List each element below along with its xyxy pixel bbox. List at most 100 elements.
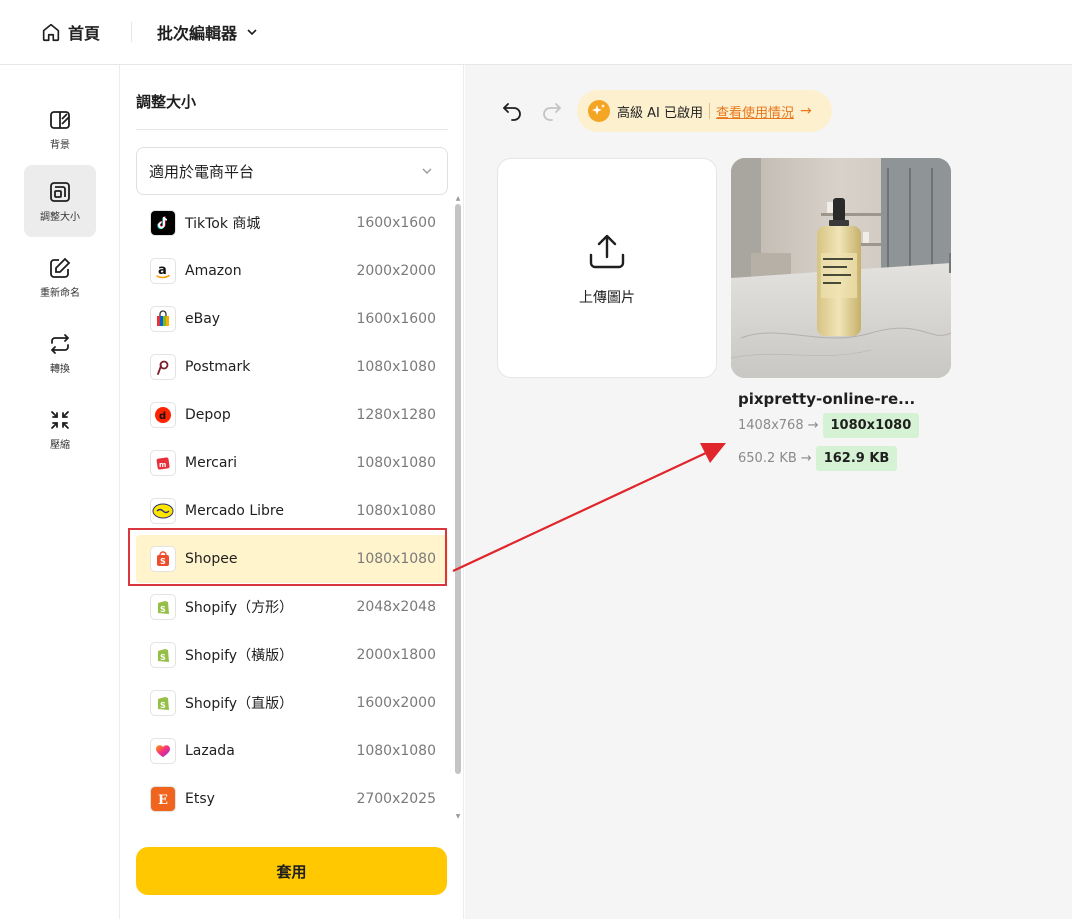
- arrow-right-icon[interactable]: →: [800, 103, 812, 119]
- nav-item-compress[interactable]: 壓縮: [24, 393, 96, 465]
- home-link[interactable]: 首頁: [40, 20, 100, 44]
- ai-status-text: 高級 AI 已啟用: [617, 105, 703, 121]
- shopify-logo-icon: S: [150, 594, 176, 620]
- platform-name: Lazada: [185, 743, 235, 759]
- nav-label: 壓縮: [50, 439, 70, 451]
- nav-item-convert[interactable]: 轉換: [24, 317, 96, 389]
- platform-size: 1280x1280: [356, 407, 436, 423]
- preset-select[interactable]: 適用於電商平台: [136, 147, 448, 195]
- rename-icon: [50, 257, 71, 278]
- etsy-logo-icon: E: [150, 786, 176, 812]
- platform-row-mercari[interactable]: m Mercari 1080x1080: [136, 439, 448, 487]
- home-label: 首頁: [68, 24, 101, 43]
- arrow-right-icon: →: [800, 450, 812, 466]
- preset-select-value: 適用於電商平台: [149, 162, 255, 181]
- arrow-right-icon: →: [807, 417, 819, 433]
- platform-name: Etsy: [185, 791, 215, 807]
- home-icon: [42, 23, 60, 42]
- platform-size: 1080x1080: [356, 743, 436, 759]
- platform-row-postmark[interactable]: Postmark 1080x1080: [136, 343, 448, 391]
- svg-text:E: E: [158, 793, 168, 807]
- platform-row-shopify-square[interactable]: S Shopify（方形） 2048x2048: [136, 583, 448, 631]
- amazon-logo-icon: a: [150, 258, 176, 284]
- upload-label: 上傳圖片: [579, 290, 635, 306]
- platform-row-lazada[interactable]: Lazada 1080x1080: [136, 727, 448, 775]
- filesize-change: 650.2 KB → 162.9 KB: [738, 444, 898, 472]
- depop-logo-icon: d: [150, 402, 176, 428]
- svg-text:d: d: [159, 411, 166, 422]
- nav-label: 重新命名: [40, 287, 80, 299]
- image-thumbnail[interactable]: [731, 158, 951, 378]
- svg-text:a: a: [158, 263, 167, 278]
- sparkle-icon: [588, 100, 610, 122]
- platform-size: 1600x1600: [356, 215, 436, 231]
- redo-icon[interactable]: [540, 99, 564, 123]
- shopify-logo-icon: S: [150, 642, 176, 668]
- platform-name: TikTok 商城: [185, 216, 261, 232]
- nav-item-resize[interactable]: 調整大小: [24, 165, 96, 237]
- platform-list: TikTok 商城 1600x1600 a Amazon 2000x2000 e…: [136, 199, 448, 823]
- platform-name: Shopify（橫版）: [185, 648, 294, 664]
- platform-size: 2000x2000: [356, 263, 436, 279]
- view-usage-link[interactable]: 查看使用情況: [716, 102, 794, 121]
- editor-label: 批次編輯器: [157, 24, 238, 43]
- panel-divider: [136, 129, 448, 130]
- nav-label: 轉換: [50, 363, 70, 375]
- apply-button[interactable]: 套用: [136, 847, 447, 895]
- platform-name: Shopify（直版）: [185, 696, 294, 712]
- platform-row-shopify-landscape[interactable]: S Shopify（橫版） 2000x1800: [136, 631, 448, 679]
- product-photo: [731, 158, 951, 378]
- platform-size: 1080x1080: [356, 359, 436, 375]
- scroll-down-arrow[interactable]: ▼: [455, 814, 461, 820]
- dimension-change: 1408x768 → 1080x1080: [738, 411, 920, 439]
- ai-pill-divider: [709, 103, 710, 119]
- svg-text:S: S: [160, 701, 166, 710]
- platform-row-tiktok[interactable]: TikTok 商城 1600x1600: [136, 199, 448, 247]
- mercari-logo-icon: m: [150, 450, 176, 476]
- platform-list-scrollbar[interactable]: [455, 204, 461, 774]
- upload-image-card[interactable]: 上傳圖片: [497, 158, 717, 378]
- svg-text:S: S: [160, 605, 166, 614]
- platform-row-ebay[interactable]: eBay 1600x1600: [136, 295, 448, 343]
- nav-label: 背景: [50, 139, 70, 151]
- compress-icon: [51, 410, 69, 429]
- platform-name: Amazon: [185, 263, 242, 279]
- tiktok-logo-icon: [150, 210, 176, 236]
- nav-item-rename[interactable]: 重新命名: [24, 241, 96, 313]
- platform-row-amazon[interactable]: a Amazon 2000x2000: [136, 247, 448, 295]
- new-dimensions-badge: 1080x1080: [822, 412, 920, 438]
- ai-status-pill: 高級 AI 已啟用 查看使用情況 →: [577, 90, 832, 132]
- resize-icon: [50, 181, 70, 202]
- topbar-divider: [131, 22, 132, 42]
- platform-size: 1080x1080: [356, 455, 436, 471]
- nav-item-background[interactable]: 背景: [24, 93, 96, 165]
- panel-title: 調整大小: [136, 93, 197, 111]
- top-bar: 首頁 批次編輯器: [0, 0, 1072, 65]
- platform-name: Postmark: [185, 359, 251, 375]
- chevron-down-icon: [247, 29, 257, 36]
- left-nav: 背景 調整大小 重新命名 轉換 壓縮: [0, 65, 120, 919]
- platform-row-shopify-portrait[interactable]: S Shopify（直版） 1600x2000: [136, 679, 448, 727]
- background-icon: [50, 110, 70, 129]
- platform-size: 2048x2048: [356, 599, 436, 615]
- platform-row-depop[interactable]: d Depop 1280x1280: [136, 391, 448, 439]
- new-filesize-badge: 162.9 KB: [815, 445, 898, 471]
- ebay-logo-icon: [150, 306, 176, 332]
- platform-name: Shopify（方形）: [185, 600, 294, 616]
- platform-name: Mercari: [185, 455, 238, 471]
- editor-dropdown[interactable]: 批次編輯器: [157, 20, 259, 44]
- resize-panel: 調整大小 適用於電商平台 TikTok 商城 1600x1600 a Amazo…: [120, 65, 464, 919]
- scroll-up-arrow[interactable]: ▲: [455, 196, 461, 202]
- convert-icon: [50, 333, 70, 354]
- platform-size: 1080x1080: [356, 503, 436, 519]
- platform-name: eBay: [185, 311, 221, 327]
- lazada-logo-icon: [150, 738, 176, 764]
- platform-size: 2700x2025: [356, 791, 436, 807]
- svg-text:m: m: [159, 461, 166, 469]
- platform-name: Mercado Libre: [185, 503, 284, 519]
- upload-icon: [589, 234, 625, 269]
- undo-icon[interactable]: [500, 99, 524, 123]
- chevron-down-icon: [422, 168, 432, 174]
- shopify-logo-icon: S: [150, 690, 176, 716]
- platform-row-etsy[interactable]: E Etsy 2700x2025: [136, 775, 448, 823]
